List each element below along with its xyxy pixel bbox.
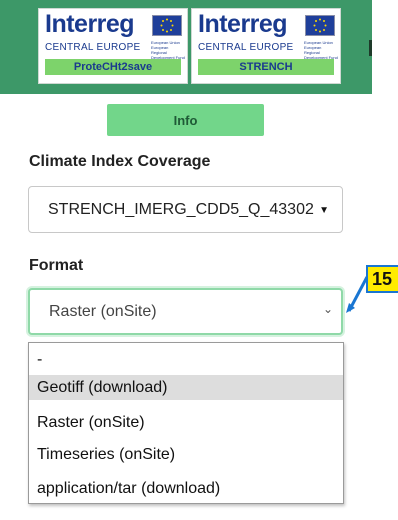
eu-flag-icon bbox=[305, 15, 335, 36]
coverage-select[interactable]: STRENCH_IMERG_CDD5_Q_43302 ▼ bbox=[28, 186, 343, 233]
header-banner: Interreg CENTRAL EUROPE European Union E… bbox=[0, 0, 373, 94]
logo-fund-text: European Union European Regional Develop… bbox=[151, 40, 185, 60]
logo-wordmark: Interreg bbox=[198, 10, 288, 38]
logo-region: CENTRAL EUROPE bbox=[45, 42, 141, 53]
chevron-down-icon: ⌄ bbox=[322, 302, 333, 316]
right-gutter bbox=[372, 0, 398, 520]
format-dropdown-list: - Geotiff (download) Raster (onSite) Tim… bbox=[28, 342, 344, 504]
format-option[interactable]: Raster (onSite) bbox=[29, 410, 343, 435]
caret-down-icon: ▼ bbox=[319, 205, 329, 216]
logo-fund-text: European Union European Regional Develop… bbox=[304, 40, 338, 60]
info-button[interactable]: Info bbox=[107, 104, 264, 136]
interreg-protecht2save-logo: Interreg CENTRAL EUROPE European Union E… bbox=[38, 8, 188, 84]
project-name: ProteCHt2save bbox=[45, 59, 181, 75]
format-option[interactable]: application/tar (download) bbox=[29, 476, 343, 501]
coverage-selected-value: STRENCH_IMERG_CDD5_Q_43302 bbox=[48, 201, 314, 218]
format-option[interactable]: Timeseries (onSite) bbox=[29, 442, 343, 467]
format-select[interactable]: Raster (onSite) ⌄ bbox=[28, 288, 343, 335]
annotation-number-badge: 15 bbox=[366, 265, 398, 293]
format-option[interactable]: Geotiff (download) bbox=[29, 375, 343, 400]
coverage-label: Climate Index Coverage bbox=[29, 153, 211, 170]
interreg-strench-logo: Interreg CENTRAL EUROPE European Union E… bbox=[191, 8, 341, 84]
logo-wordmark: Interreg bbox=[45, 10, 135, 38]
format-label: Format bbox=[29, 257, 84, 274]
project-name: STRENCH bbox=[198, 59, 334, 75]
format-option[interactable]: - bbox=[29, 347, 343, 372]
logo-region: CENTRAL EUROPE bbox=[198, 42, 294, 53]
eu-flag-icon bbox=[152, 15, 182, 36]
format-selected-value: Raster (onSite) bbox=[49, 303, 157, 320]
